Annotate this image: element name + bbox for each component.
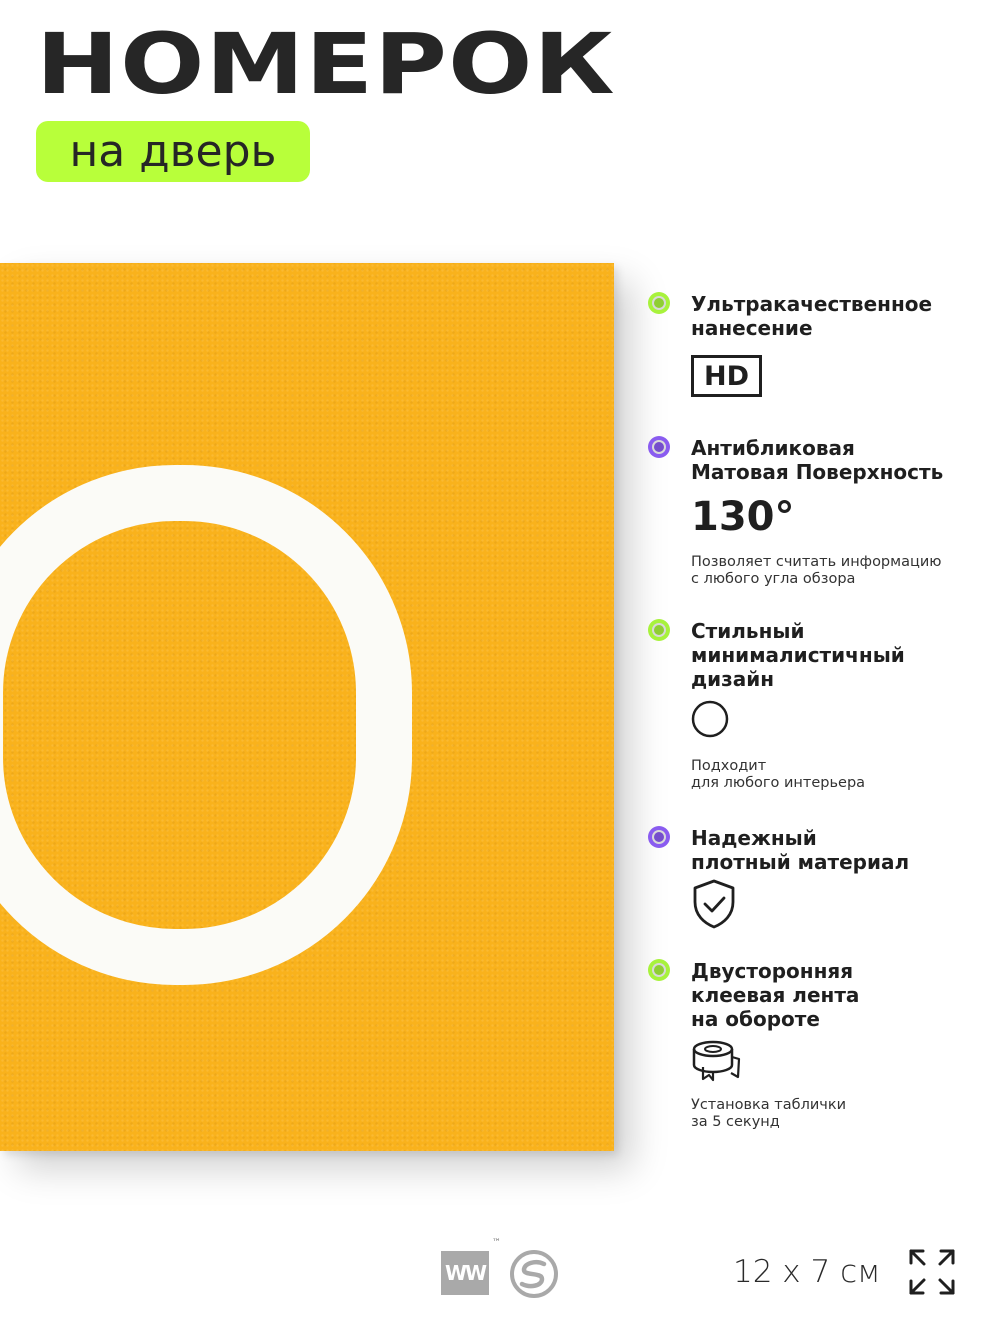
- shield-check-icon: [693, 879, 735, 929]
- feature-title: Надежный плотный материал: [691, 826, 910, 874]
- feature-note: Позволяет считать информацию с любого уг…: [691, 554, 942, 587]
- trademark-mark: ™: [492, 1238, 501, 1248]
- product-title: НОМЕРОК: [36, 15, 616, 113]
- bullet-dot: [648, 292, 670, 314]
- tape-roll-icon: [692, 1040, 741, 1082]
- door-number-sign: 0: [0, 263, 614, 1151]
- hd-badge: HD: [691, 355, 762, 397]
- feature-title: Стильный минималистичный дизайн: [691, 619, 905, 691]
- viewing-angle-value: 130°: [691, 494, 795, 540]
- digit-zero-graphic: 0: [0, 465, 412, 985]
- feature-title: Ультракачественное нанесение: [691, 292, 933, 340]
- feature-title: Антибликовая Матовая Поверхность: [691, 436, 944, 484]
- subtitle-badge: на дверь: [36, 121, 310, 182]
- subtitle-text: на дверь: [69, 126, 277, 177]
- bullet-dot: [648, 619, 670, 641]
- expand-arrows-icon: [909, 1249, 955, 1295]
- brand-logo: WW: [441, 1251, 489, 1295]
- bullet-dot: [648, 826, 670, 848]
- feature-note: Подходит для любого интерьера: [691, 758, 866, 791]
- feature-title: Двусторонняя клеевая лента на обороте: [691, 959, 860, 1031]
- product-size: 12 x 7 см: [733, 1254, 881, 1290]
- circle-icon: [691, 700, 729, 738]
- bullet-dot: [648, 436, 670, 458]
- bullet-dot: [648, 959, 670, 981]
- feature-note: Установка таблички за 5 секунд: [691, 1097, 847, 1130]
- partner-logo-icon: [510, 1250, 558, 1298]
